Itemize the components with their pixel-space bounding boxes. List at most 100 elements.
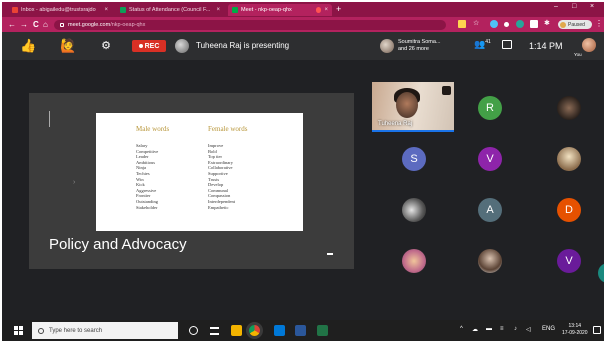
browser-toolbar: ← → C ⌂ meet.google.com/nkp-oeap-qhx ☆ ✱… [2, 17, 604, 32]
battery-icon[interactable]: ▬ [486, 326, 492, 332]
female-words-heading: Female words [208, 125, 248, 133]
cortana-icon[interactable] [189, 326, 198, 335]
participant-avatar-photo[interactable] [402, 198, 426, 222]
minimize-button[interactable]: – [554, 3, 558, 10]
extension-icon[interactable] [530, 20, 538, 28]
avatar-letter: R [486, 102, 494, 114]
you-label: You [574, 52, 582, 57]
new-tab-button[interactable]: + [336, 4, 341, 15]
puzzle-icon[interactable]: ✱ [544, 20, 552, 28]
tab-attendance[interactable]: Status of Attendance (Council F... × [116, 4, 224, 16]
tab-title: Inbox - abigailedu@trustsrajdo [21, 7, 96, 13]
browser-tab-strip: Inbox - abigailedu@trustsrajdo × Status … [2, 2, 604, 17]
participant-avatar-v2[interactable]: V [557, 249, 581, 273]
participant-avatar-r[interactable]: R [478, 96, 502, 120]
extension-icon[interactable] [504, 22, 509, 27]
taskbar-search-input[interactable]: Type here to search [32, 322, 178, 339]
maximize-button[interactable]: □ [572, 3, 576, 10]
participant-tile-self[interactable]: Tuheena Raj [372, 82, 454, 132]
participants-button[interactable]: 👥41 [474, 39, 491, 50]
people-icon: 👥 [474, 39, 486, 49]
list-item: Outstanding [136, 198, 158, 204]
extension-icon[interactable] [490, 20, 498, 28]
recording-dot-icon [315, 7, 322, 13]
tab-title: Meet - nkp-oeap-qhx [241, 7, 292, 13]
participant-avatar-photo[interactable] [557, 147, 581, 171]
chevron-up-icon[interactable]: ^ [460, 326, 463, 332]
chrome-icon[interactable] [249, 325, 260, 336]
excel-icon[interactable] [317, 325, 328, 336]
activities-button[interactable] [598, 263, 604, 283]
avatar-letter: V [565, 255, 573, 267]
raise-hand-icon[interactable]: 👍 [20, 38, 36, 54]
windows-start-icon[interactable] [14, 326, 23, 335]
self-avatar[interactable] [582, 38, 596, 52]
close-window-button[interactable]: × [590, 3, 594, 10]
participant-avatar-d[interactable]: D [557, 198, 581, 222]
female-word-list: Improve Bold Top tier Extraordinary Coll… [208, 143, 235, 210]
list-item: Empathetic [208, 204, 229, 210]
male-word-list: Salary Competitive Leader Ambitious Ninj… [136, 143, 158, 210]
chat-icon[interactable] [502, 40, 512, 49]
camera-indicator-icon[interactable] [458, 20, 466, 28]
home-button[interactable]: ⌂ [43, 20, 48, 29]
language-indicator[interactable]: ENG [542, 326, 555, 332]
reload-button[interactable]: C [33, 20, 39, 29]
speaker-icon[interactable]: ♪ [514, 326, 517, 332]
presenting-text: Tuheena Raj is presenting [196, 41, 290, 50]
gear-icon[interactable]: ⚙ [98, 38, 114, 54]
gmail-icon [12, 7, 18, 13]
slide-content: Male words Female words Salary Competiti… [96, 113, 303, 231]
participants-summary[interactable]: Soumitra Soma... and 26 more [398, 39, 441, 53]
search-icon [38, 327, 44, 334]
tab-meet[interactable]: Meet - nkp-oeap-qhx × [228, 4, 332, 16]
network-icon[interactable]: ≡ [500, 326, 504, 332]
address-bar[interactable]: meet.google.com/nkp-oeap-qhx [54, 20, 446, 30]
back-button[interactable]: ← [8, 20, 16, 29]
tab-inbox[interactable]: Inbox - abigailedu@trustsrajdo × [8, 4, 112, 16]
close-tab-icon[interactable]: × [216, 7, 220, 13]
pin-icon[interactable] [442, 86, 451, 95]
emoji-icon[interactable]: 🙋 [60, 38, 76, 54]
participants-avatar[interactable] [380, 39, 394, 53]
participant-avatar-photo[interactable] [402, 249, 426, 273]
volume-icon[interactable]: ◁ [526, 326, 531, 333]
forward-button[interactable]: → [20, 20, 28, 29]
slide-title: Policy and Advocacy [49, 236, 187, 253]
participant-avatar-s[interactable]: S [402, 147, 426, 171]
url-host: meet.google.com [68, 22, 111, 28]
extension-icon[interactable] [516, 20, 524, 28]
male-words-heading: Male words [136, 125, 170, 133]
word-icon[interactable] [295, 325, 306, 336]
recording-badge: REC [132, 40, 166, 52]
cloud-icon[interactable]: ☁ [472, 326, 478, 333]
task-view-icon[interactable] [210, 327, 219, 335]
participant-count: 41 [485, 39, 491, 45]
notification-icon[interactable] [593, 326, 601, 334]
chevron-right-icon: › [73, 179, 76, 186]
store-icon[interactable] [274, 325, 285, 336]
close-tab-icon[interactable]: × [104, 7, 108, 13]
participant-avatar-a[interactable]: A [478, 198, 502, 222]
profile-button[interactable]: Paused [558, 20, 592, 29]
participant-avatar-v[interactable]: V [478, 147, 502, 171]
participant-avatar-photo[interactable] [478, 249, 502, 273]
close-tab-icon[interactable]: × [324, 7, 328, 13]
browser-menu-button[interactable]: ⋮ [595, 19, 603, 28]
slide-dash [327, 253, 333, 255]
presentation-stage: › Male words Female words Salary Competi… [29, 93, 354, 269]
meet-icon [232, 7, 238, 13]
file-explorer-icon[interactable] [231, 325, 242, 336]
rec-label: REC [144, 42, 160, 50]
clock-time: 13:14 [568, 323, 582, 329]
speaking-indicator [372, 130, 454, 132]
taskbar-clock[interactable]: 13:14 17-09-2020 [562, 323, 588, 337]
clock-date: 17-09-2020 [562, 330, 588, 336]
star-icon[interactable]: ☆ [473, 20, 481, 28]
search-placeholder: Type here to search [49, 327, 103, 334]
participant-avatar-photo[interactable] [557, 96, 581, 120]
meeting-clock: 1:14 PM [529, 41, 563, 51]
screen: Inbox - abigailedu@trustsrajdo × Status … [2, 2, 604, 341]
tab-title: Status of Attendance (Council F... [129, 7, 211, 13]
avatar-letter: D [565, 204, 573, 216]
